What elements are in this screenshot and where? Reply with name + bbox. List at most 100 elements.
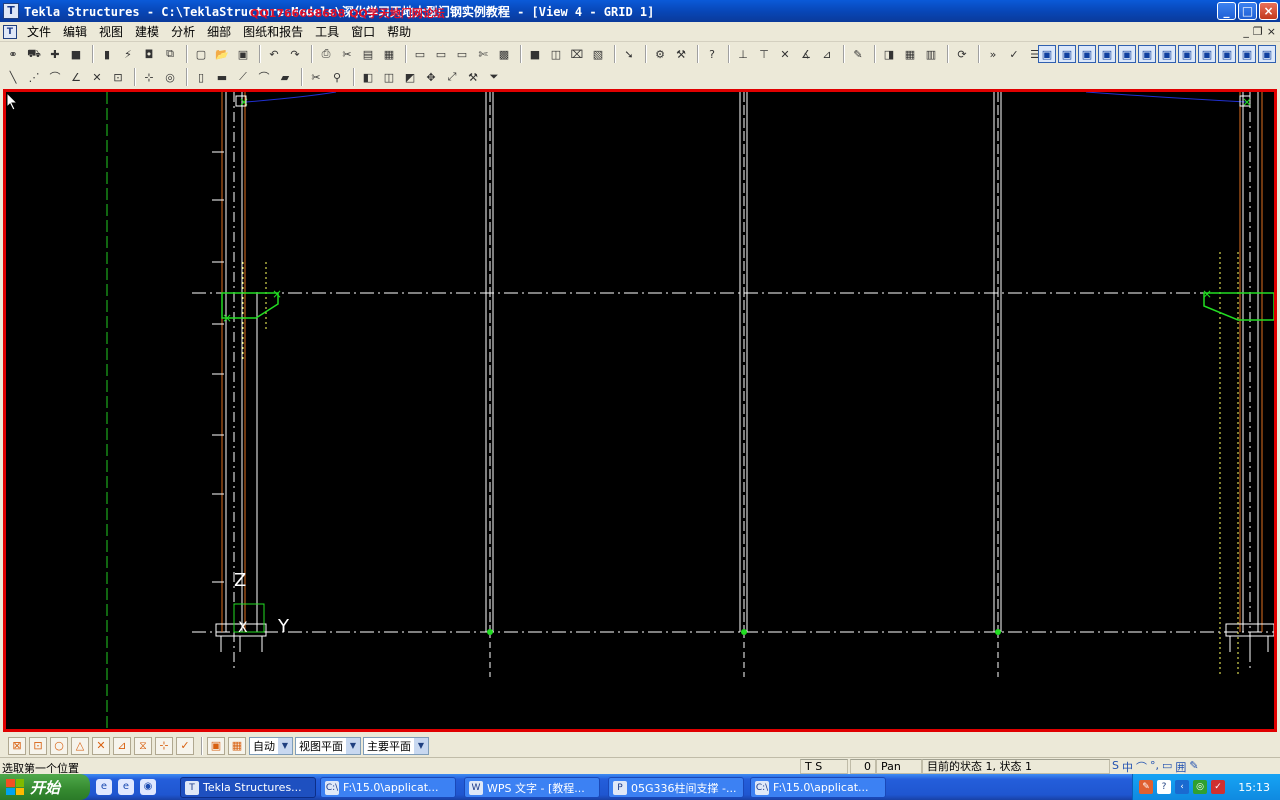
help-icon[interactable]: ? bbox=[1157, 780, 1171, 794]
ime-icon[interactable]: ✎ bbox=[1189, 759, 1198, 775]
select-bolt-icon[interactable]: ▣ bbox=[1178, 45, 1196, 63]
network-icon[interactable]: ◎ bbox=[1193, 780, 1207, 794]
hammer-icon[interactable]: ⚒ bbox=[464, 68, 482, 86]
cut-icon[interactable]: ✂ bbox=[338, 45, 356, 63]
scissors-icon[interactable]: ✄ bbox=[474, 45, 492, 63]
polyline-icon[interactable]: ⋰ bbox=[25, 68, 43, 86]
grid-icon[interactable]: ▩ bbox=[495, 45, 513, 63]
pencil-icon[interactable]: ✎ bbox=[849, 45, 867, 63]
dim4-icon[interactable]: ∡ bbox=[797, 45, 815, 63]
column-plate-icon[interactable]: ▬ bbox=[213, 68, 231, 86]
window3-icon[interactable]: ▭ bbox=[453, 45, 471, 63]
menu-help[interactable]: 帮助 bbox=[381, 22, 417, 42]
start-button[interactable]: 开始 bbox=[0, 774, 90, 800]
taskbar-button[interactable]: T Tekla Structures... bbox=[180, 777, 316, 798]
select-sym-icon[interactable]: ▣ bbox=[1258, 45, 1276, 63]
security-shield-icon[interactable]: ✓ bbox=[1211, 780, 1225, 794]
chevron-icon[interactable]: » bbox=[984, 45, 1002, 63]
chevron-down-icon[interactable]: ▼ bbox=[278, 737, 292, 754]
snap-cross-icon[interactable]: ✕ bbox=[92, 736, 110, 755]
curved-beam-icon[interactable]: ⌒ bbox=[255, 68, 273, 86]
main-plane-dropdown[interactable]: 主要平面 ▼ bbox=[363, 736, 429, 755]
slab-icon[interactable]: ▰ bbox=[276, 68, 294, 86]
menu-detailing[interactable]: 细部 bbox=[201, 22, 237, 42]
maximize-button[interactable]: □ bbox=[1238, 2, 1257, 20]
snap-check-icon[interactable]: ✓ bbox=[176, 736, 194, 755]
fit-icon[interactable]: ⤢ bbox=[443, 68, 461, 86]
circle-snap-icon[interactable]: ◎ bbox=[161, 68, 179, 86]
redo-icon[interactable]: ↷ bbox=[286, 45, 304, 63]
box-icon[interactable]: ■ bbox=[67, 45, 85, 63]
snap-tri-icon[interactable]: △ bbox=[71, 736, 89, 755]
media-icon[interactable]: ◉ bbox=[140, 779, 156, 795]
snap-perp-icon[interactable]: ⊿ bbox=[113, 736, 131, 755]
ime-icon[interactable]: S bbox=[1112, 759, 1119, 775]
red-cut-icon[interactable]: ✂ bbox=[307, 68, 325, 86]
chevron-down-icon[interactable]: ▼ bbox=[414, 737, 428, 754]
select-cut-icon[interactable]: ▣ bbox=[1158, 45, 1176, 63]
snap-node-icon[interactable]: ⊹ bbox=[155, 736, 173, 755]
binoculars-icon[interactable]: ⚭ bbox=[4, 45, 22, 63]
taskbar-button[interactable]: P 05G336柱间支撑 -... bbox=[608, 777, 744, 798]
beam-icon[interactable]: ▯ bbox=[192, 68, 210, 86]
orange-box-icon[interactable]: ■ bbox=[526, 45, 544, 63]
ime-icon[interactable]: 中 bbox=[1122, 759, 1133, 775]
plane1-icon[interactable]: ◨ bbox=[880, 45, 898, 63]
save-icon[interactable]: ▣ bbox=[234, 45, 252, 63]
help-icon[interactable]: ? bbox=[703, 45, 721, 63]
connect-icon[interactable]: ⚡ bbox=[119, 45, 137, 63]
user-icon[interactable]: ⚲ bbox=[328, 68, 346, 86]
window2-icon[interactable]: ▭ bbox=[432, 45, 450, 63]
ime-icon[interactable]: ⌒ bbox=[1136, 759, 1147, 775]
select-view-icon[interactable]: ▣ bbox=[1218, 45, 1236, 63]
select-mode-dropdown[interactable]: 自动 ▼ bbox=[249, 736, 293, 755]
snap-mid-icon[interactable]: ⊡ bbox=[29, 736, 47, 755]
ime-icon[interactable]: 囲 bbox=[1175, 759, 1186, 775]
plane3-icon[interactable]: ▥ bbox=[922, 45, 940, 63]
mdi-close-button[interactable]: × bbox=[1267, 25, 1276, 38]
window1-icon[interactable]: ▭ bbox=[411, 45, 429, 63]
save-model-icon[interactable]: ◘ bbox=[140, 45, 158, 63]
plane2-icon[interactable]: ▦ bbox=[901, 45, 919, 63]
snap-circle-icon[interactable]: ○ bbox=[50, 736, 68, 755]
multi-box-icon[interactable]: ◫ bbox=[547, 45, 565, 63]
title-bar[interactable]: T Tekla Structures - C:\TeklaStructuresM… bbox=[0, 0, 1280, 22]
select-point-icon[interactable]: ▣ bbox=[1138, 45, 1156, 63]
copy-icon[interactable]: ⧉ bbox=[161, 45, 179, 63]
select-comp-icon[interactable]: ▣ bbox=[1198, 45, 1216, 63]
node-icon[interactable]: ⊹ bbox=[140, 68, 158, 86]
close-button[interactable]: × bbox=[1259, 2, 1278, 20]
snap-end-icon[interactable]: ⊠ bbox=[8, 736, 26, 755]
select-grid-icon[interactable]: ▣ bbox=[1118, 45, 1136, 63]
taskbar-button[interactable]: C:\ F:\15.0\applicat... bbox=[320, 777, 456, 798]
select-part-icon[interactable]: ▣ bbox=[1058, 45, 1076, 63]
view-plane-dropdown[interactable]: 视图平面 ▼ bbox=[295, 736, 361, 755]
arc-icon[interactable]: ⌒ bbox=[46, 68, 64, 86]
ime-icon[interactable]: °, bbox=[1150, 759, 1159, 775]
open-icon[interactable]: 📂 bbox=[213, 45, 231, 63]
menu-analysis[interactable]: 分析 bbox=[165, 22, 201, 42]
move-icon[interactable]: ✥ bbox=[422, 68, 440, 86]
browser-icon[interactable]: e bbox=[96, 779, 112, 795]
folder-icon[interactable]: ▧ bbox=[589, 45, 607, 63]
print-icon[interactable]: ⎙ bbox=[317, 45, 335, 63]
cube-icon[interactable]: ◧ bbox=[359, 68, 377, 86]
select-surface-icon[interactable]: ▣ bbox=[1078, 45, 1096, 63]
car-icon[interactable]: ⛟ bbox=[25, 45, 43, 63]
minimize-button[interactable]: _ bbox=[1217, 2, 1236, 20]
dim2-icon[interactable]: ⊤ bbox=[755, 45, 773, 63]
menu-file[interactable]: 文件 bbox=[21, 22, 57, 42]
frame-icon[interactable]: ⌧ bbox=[568, 45, 586, 63]
mdi-minimize-button[interactable]: _ bbox=[1243, 25, 1249, 38]
rotate-icon[interactable]: ⟳ bbox=[953, 45, 971, 63]
taskbar-button[interactable]: C:\ F:\15.0\applicat... bbox=[750, 777, 886, 798]
menu-modeling[interactable]: 建模 bbox=[129, 22, 165, 42]
model-view[interactable]: × × × Z Y X × × bbox=[3, 89, 1277, 732]
angle-icon[interactable]: ∠ bbox=[67, 68, 85, 86]
column-icon[interactable]: ▮ bbox=[98, 45, 116, 63]
brace-icon[interactable]: ⟋ bbox=[234, 68, 252, 86]
paste-icon[interactable]: ▤ bbox=[359, 45, 377, 63]
menu-view[interactable]: 视图 bbox=[93, 22, 129, 42]
cross-icon[interactable]: ✕ bbox=[88, 68, 106, 86]
dim3-icon[interactable]: ✕ bbox=[776, 45, 794, 63]
